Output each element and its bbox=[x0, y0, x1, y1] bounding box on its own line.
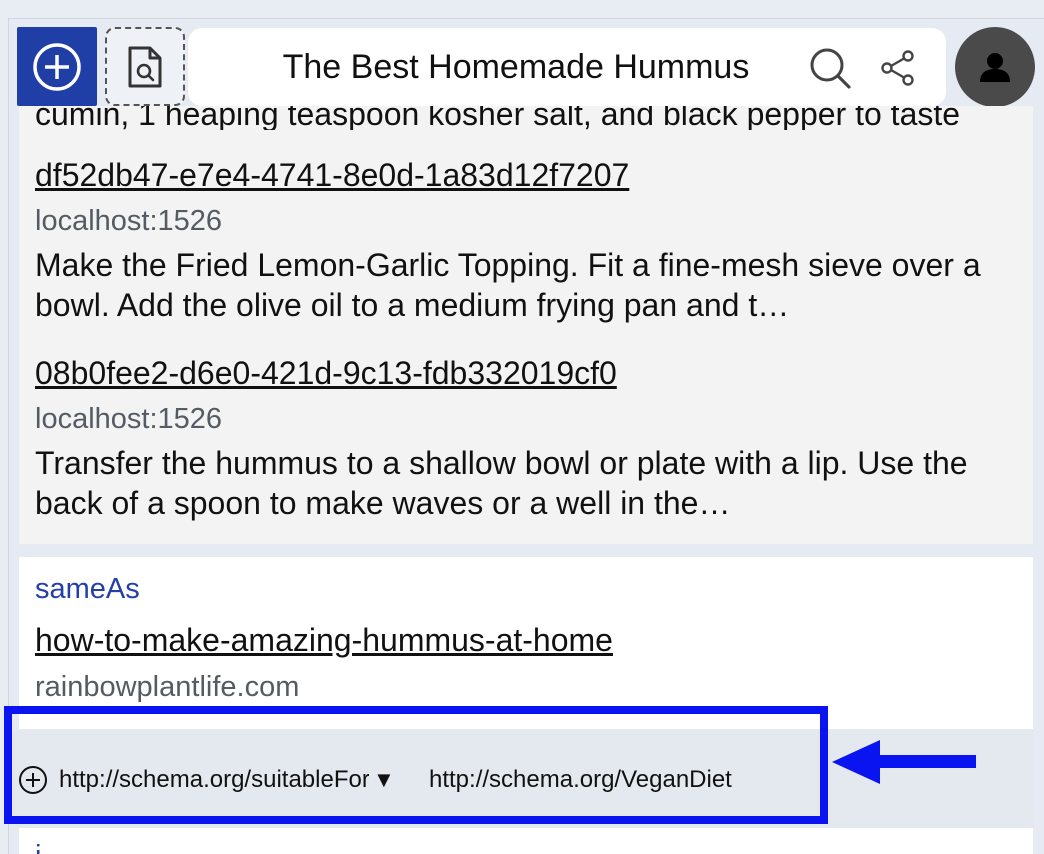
list-item: 08b0fee2-d6e0-421d-9c13-fdb332019cf0 loc… bbox=[35, 354, 1015, 523]
plus-circle-icon bbox=[33, 42, 81, 91]
step-host: localhost:1526 bbox=[35, 403, 223, 435]
next-card-label: i bbox=[35, 840, 41, 854]
same-as-link[interactable]: how-to-make-amazing-hummus-at-home bbox=[35, 621, 613, 659]
document-search-icon bbox=[128, 46, 162, 87]
next-card: i bbox=[19, 828, 1033, 854]
add-button[interactable] bbox=[17, 27, 97, 106]
step-link[interactable]: df52db47-e7e4-4741-8e0d-1a83d12f7207 bbox=[35, 156, 1015, 194]
step-text: Make the Fried Lemon-Garlic Topping. Fit… bbox=[35, 247, 981, 323]
same-as-host: rainbowplantlife.com bbox=[35, 671, 300, 703]
highlight-box bbox=[4, 706, 828, 824]
title-bar: The Best Homemade Hummus bbox=[188, 28, 946, 106]
list-item: df52db47-e7e4-4741-8e0d-1a83d12f7207 loc… bbox=[35, 156, 1015, 325]
arrow-left-icon bbox=[832, 740, 976, 784]
property-label: sameAs bbox=[35, 573, 140, 605]
share-icon[interactable] bbox=[880, 50, 916, 86]
page-title: The Best Homemade Hummus bbox=[282, 48, 750, 86]
search-icon[interactable] bbox=[808, 46, 852, 90]
same-as-card: sameAs how-to-make-amazing-hummus-at-hom… bbox=[19, 557, 1033, 729]
step-text: Transfer the hummus to a shallow bowl or… bbox=[35, 445, 968, 521]
user-icon bbox=[980, 53, 1010, 82]
step-text-truncated: cumin, 1 heaping teaspoon kosher salt, a… bbox=[35, 106, 961, 130]
top-bar: The Best Homemade Hummus bbox=[0, 0, 1044, 120]
avatar[interactable] bbox=[955, 27, 1035, 107]
document-search-button[interactable] bbox=[105, 27, 185, 106]
steps-card: cumin, 1 heaping teaspoon kosher salt, a… bbox=[19, 106, 1033, 544]
step-link[interactable]: 08b0fee2-d6e0-421d-9c13-fdb332019cf0 bbox=[35, 354, 1015, 392]
step-host: localhost:1526 bbox=[35, 205, 223, 237]
